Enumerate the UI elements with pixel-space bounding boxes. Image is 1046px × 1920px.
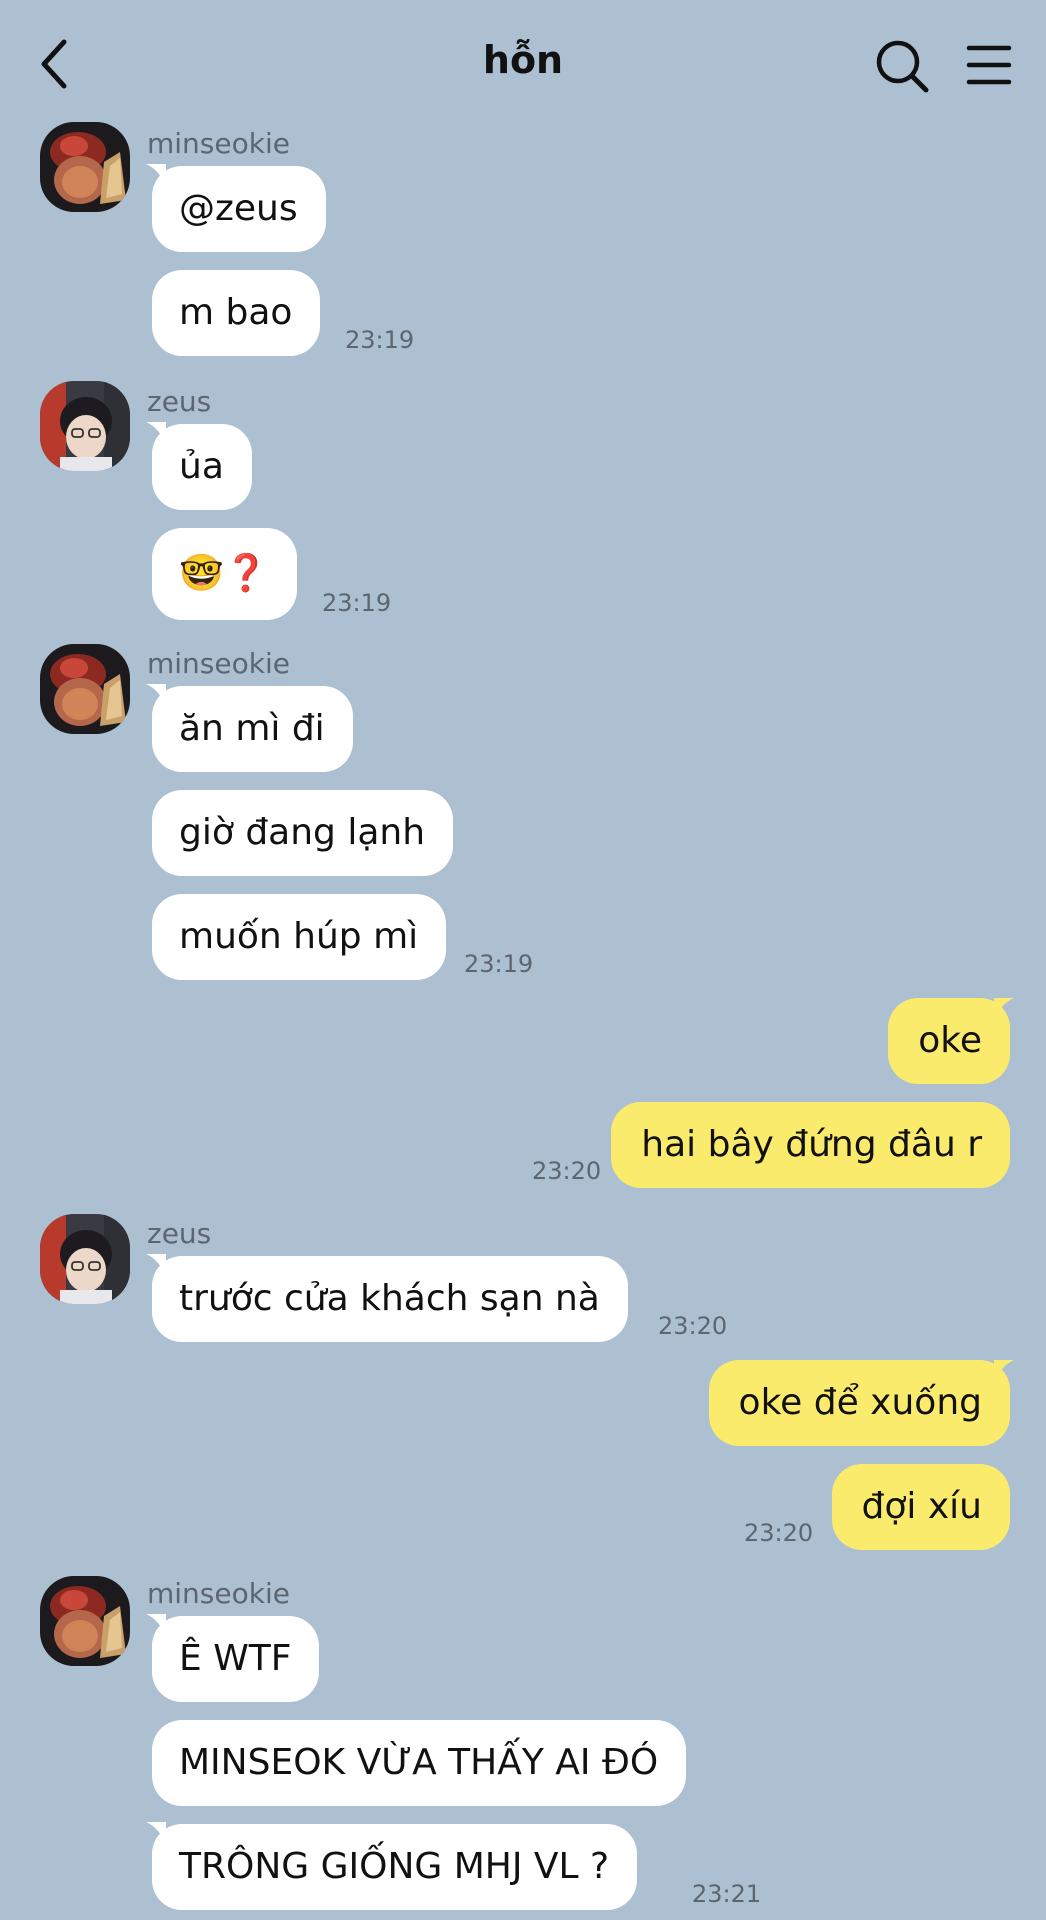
search-button[interactable]: [874, 38, 930, 94]
search-icon: [876, 40, 929, 93]
message-timestamp: 23:19: [464, 950, 534, 978]
sender-name: zeus: [147, 1217, 212, 1250]
message-timestamp: 23:20: [532, 1157, 602, 1185]
message-timestamp: 23:19: [345, 326, 415, 354]
avatar-minseokie[interactable]: [40, 122, 130, 212]
message-bubble[interactable]: Ê WTF: [152, 1616, 320, 1702]
message-bubble[interactable]: muốn húp mì: [152, 894, 447, 980]
message-bubble[interactable]: @zeus: [152, 166, 326, 252]
message-timestamp: 23:20: [744, 1519, 814, 1547]
message-bubble[interactable]: trước cửa khách sạn nà: [152, 1256, 628, 1342]
menu-button[interactable]: [966, 42, 1012, 88]
avatar-zeus[interactable]: [40, 1214, 130, 1304]
message-bubble-outgoing[interactable]: hai bây đứng đâu r: [611, 1102, 1010, 1188]
message-bubble-emoji[interactable]: 🤓❓: [152, 528, 297, 620]
message-timestamp: 23:20: [658, 1312, 728, 1340]
avatar-minseokie[interactable]: [40, 644, 130, 734]
sender-name: zeus: [147, 385, 212, 418]
hamburger-menu-icon: [966, 45, 1012, 85]
message-bubble-outgoing[interactable]: đợi xíu: [831, 1464, 1010, 1550]
message-bubble[interactable]: TRÔNG GIỐNG MHJ VL ?: [152, 1824, 638, 1910]
message-bubble-outgoing[interactable]: oke: [888, 998, 1010, 1084]
sender-name: minseokie: [147, 647, 290, 680]
message-timestamp: 23:21: [692, 1880, 762, 1908]
avatar-zeus[interactable]: [40, 381, 130, 471]
message-bubble-outgoing[interactable]: oke để xuống: [708, 1360, 1010, 1446]
message-bubble[interactable]: m bao: [152, 270, 321, 356]
sender-name: minseokie: [147, 127, 290, 160]
avatar-minseokie[interactable]: [40, 1576, 130, 1666]
sender-name: minseokie: [147, 1577, 290, 1610]
message-timestamp: 23:19: [322, 589, 392, 617]
emoji-text: 🤓❓: [179, 553, 269, 594]
message-bubble[interactable]: giờ đang lạnh: [152, 790, 454, 876]
message-bubble[interactable]: ủa: [152, 424, 252, 510]
chat-header: hỗn: [0, 0, 1046, 120]
message-bubble[interactable]: MINSEOK VỪA THẤY AI ĐÓ: [152, 1720, 687, 1806]
message-bubble[interactable]: ăn mì đi: [152, 686, 353, 772]
